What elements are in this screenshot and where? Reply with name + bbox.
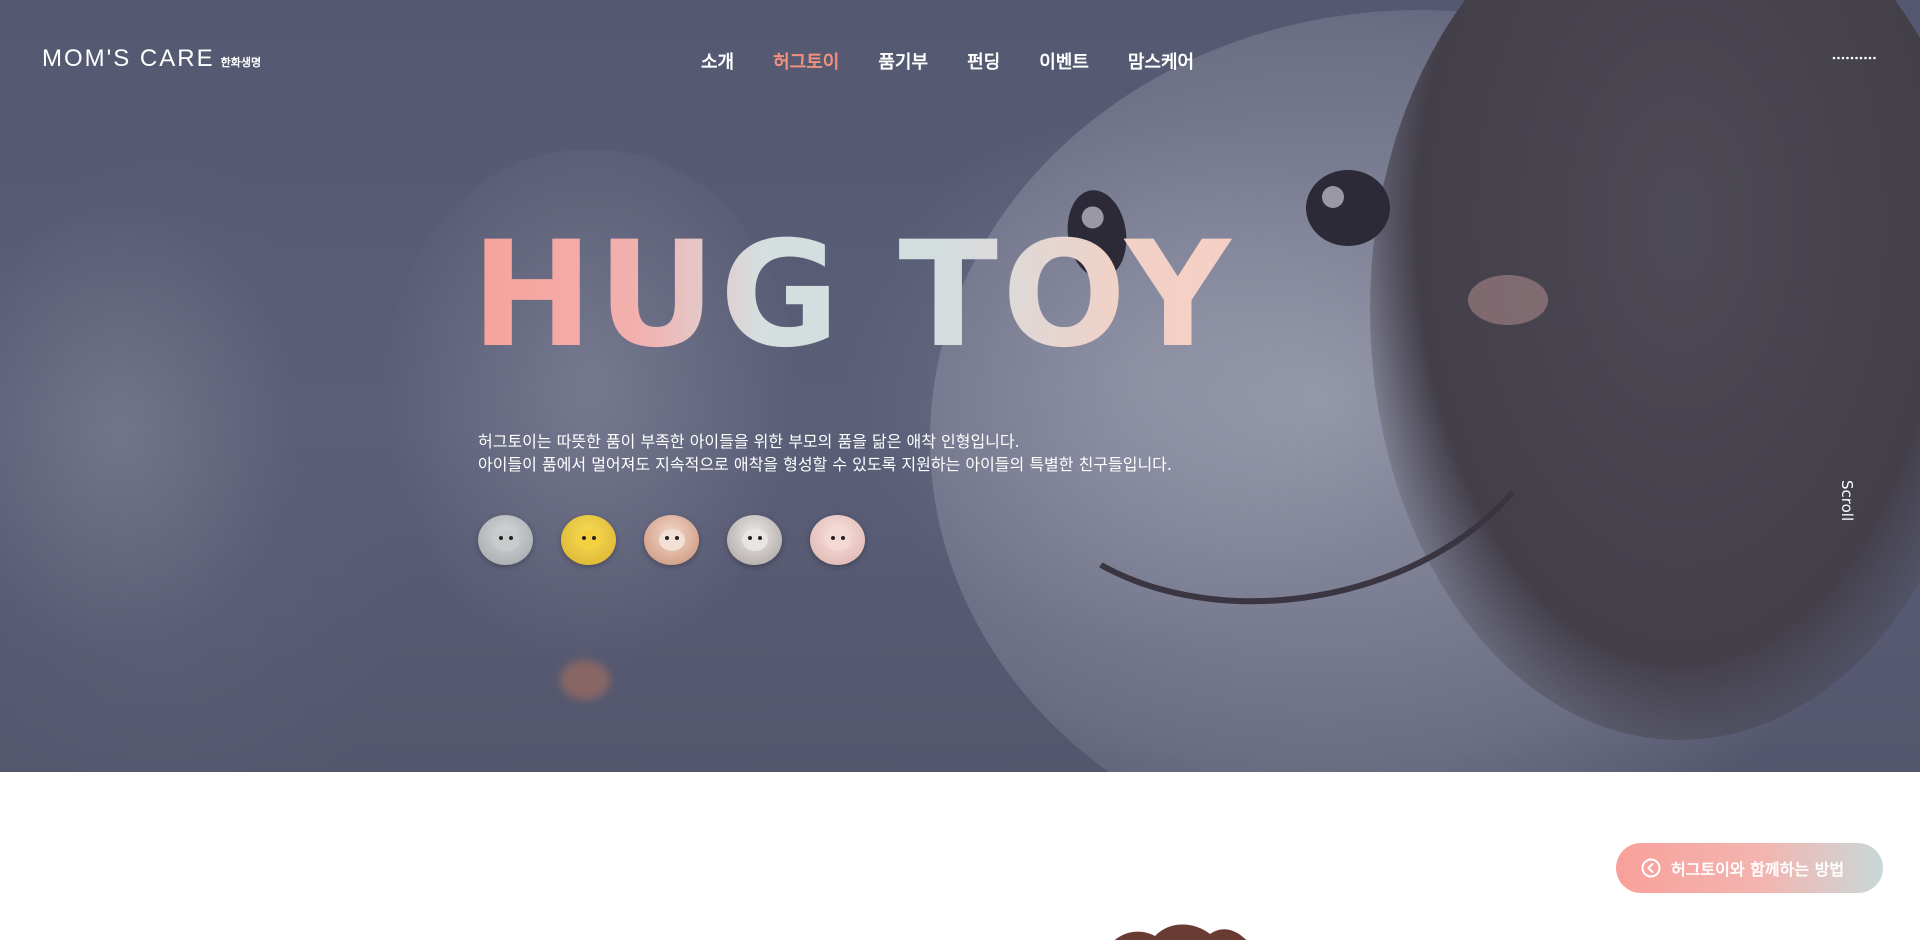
dotted-menu-icon[interactable] [1832, 56, 1878, 62]
hero-desc-line-1: 허그토이는 따뜻한 품이 부족한 아이들을 위한 부모의 품을 닮은 애착 인형… [478, 432, 1020, 451]
nav-item-intro[interactable]: 소개 [701, 48, 734, 74]
logo-text: MOM'S CARE [42, 45, 215, 72]
nav-item-donation[interactable]: 품기부 [878, 48, 928, 74]
nav-item-funding[interactable]: 펀딩 [967, 48, 1000, 74]
main-nav: 소개 허그토이 품기부 펀딩 이벤트 맘스케어 [701, 48, 1194, 74]
bunny-nose [560, 660, 610, 700]
hero-desc-line-2: 아이들이 품에서 멀어져도 지속적으로 애착을 형성할 수 있도록 지원하는 아… [478, 455, 1172, 474]
hero-section: MOM'S CARE 한화생명 소개 허그토이 품기부 펀딩 이벤트 맘스케어 … [0, 0, 1920, 772]
chevron-left-circle-icon [1641, 858, 1661, 878]
pink-bear-toy-icon[interactable] [810, 515, 865, 565]
toy-hair-peek [1114, 924, 1247, 940]
toy-cheek [1468, 275, 1548, 325]
husky-dog-toy-icon[interactable] [727, 515, 782, 565]
hero-title: HUG TOY [471, 210, 1235, 380]
site-logo[interactable]: MOM'S CARE 한화생명 [42, 45, 261, 73]
nav-item-momscare[interactable]: 맘스케어 [1128, 48, 1194, 74]
hugtoy-how-to-button[interactable]: 허그토이와 함께하는 방법 [1616, 843, 1883, 893]
yellow-duck-toy-icon[interactable] [561, 515, 616, 565]
hugtoy-how-to-label: 허그토이와 함께하는 방법 [1671, 860, 1845, 879]
nav-item-event[interactable]: 이벤트 [1039, 48, 1089, 74]
toy-selector [478, 515, 865, 565]
background-toy-left [0, 200, 300, 660]
hero-description: 허그토이는 따뜻한 품이 부족한 아이들을 위한 부모의 품을 닮은 애착 인형… [478, 430, 1172, 476]
scroll-indicator[interactable]: Scroll [1838, 480, 1856, 521]
logo-sub-text: 한화생명 [220, 56, 262, 69]
gray-bear-toy-icon[interactable] [478, 515, 533, 565]
nav-item-hugtoy[interactable]: 허그토이 [773, 48, 839, 74]
brown-hair-doll-toy-icon[interactable] [644, 515, 699, 565]
toy-eye-right [1306, 170, 1390, 246]
